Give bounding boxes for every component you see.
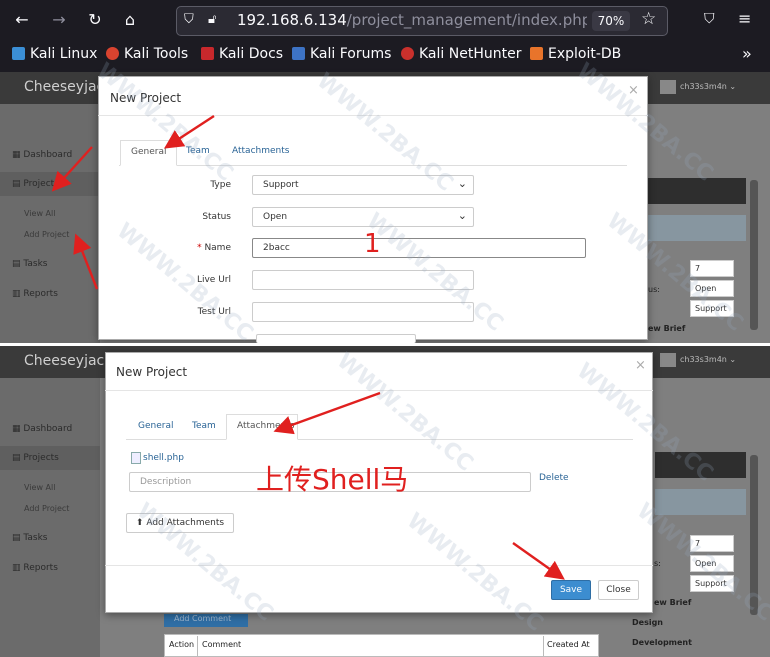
annotation-arrows [51, 114, 565, 580]
